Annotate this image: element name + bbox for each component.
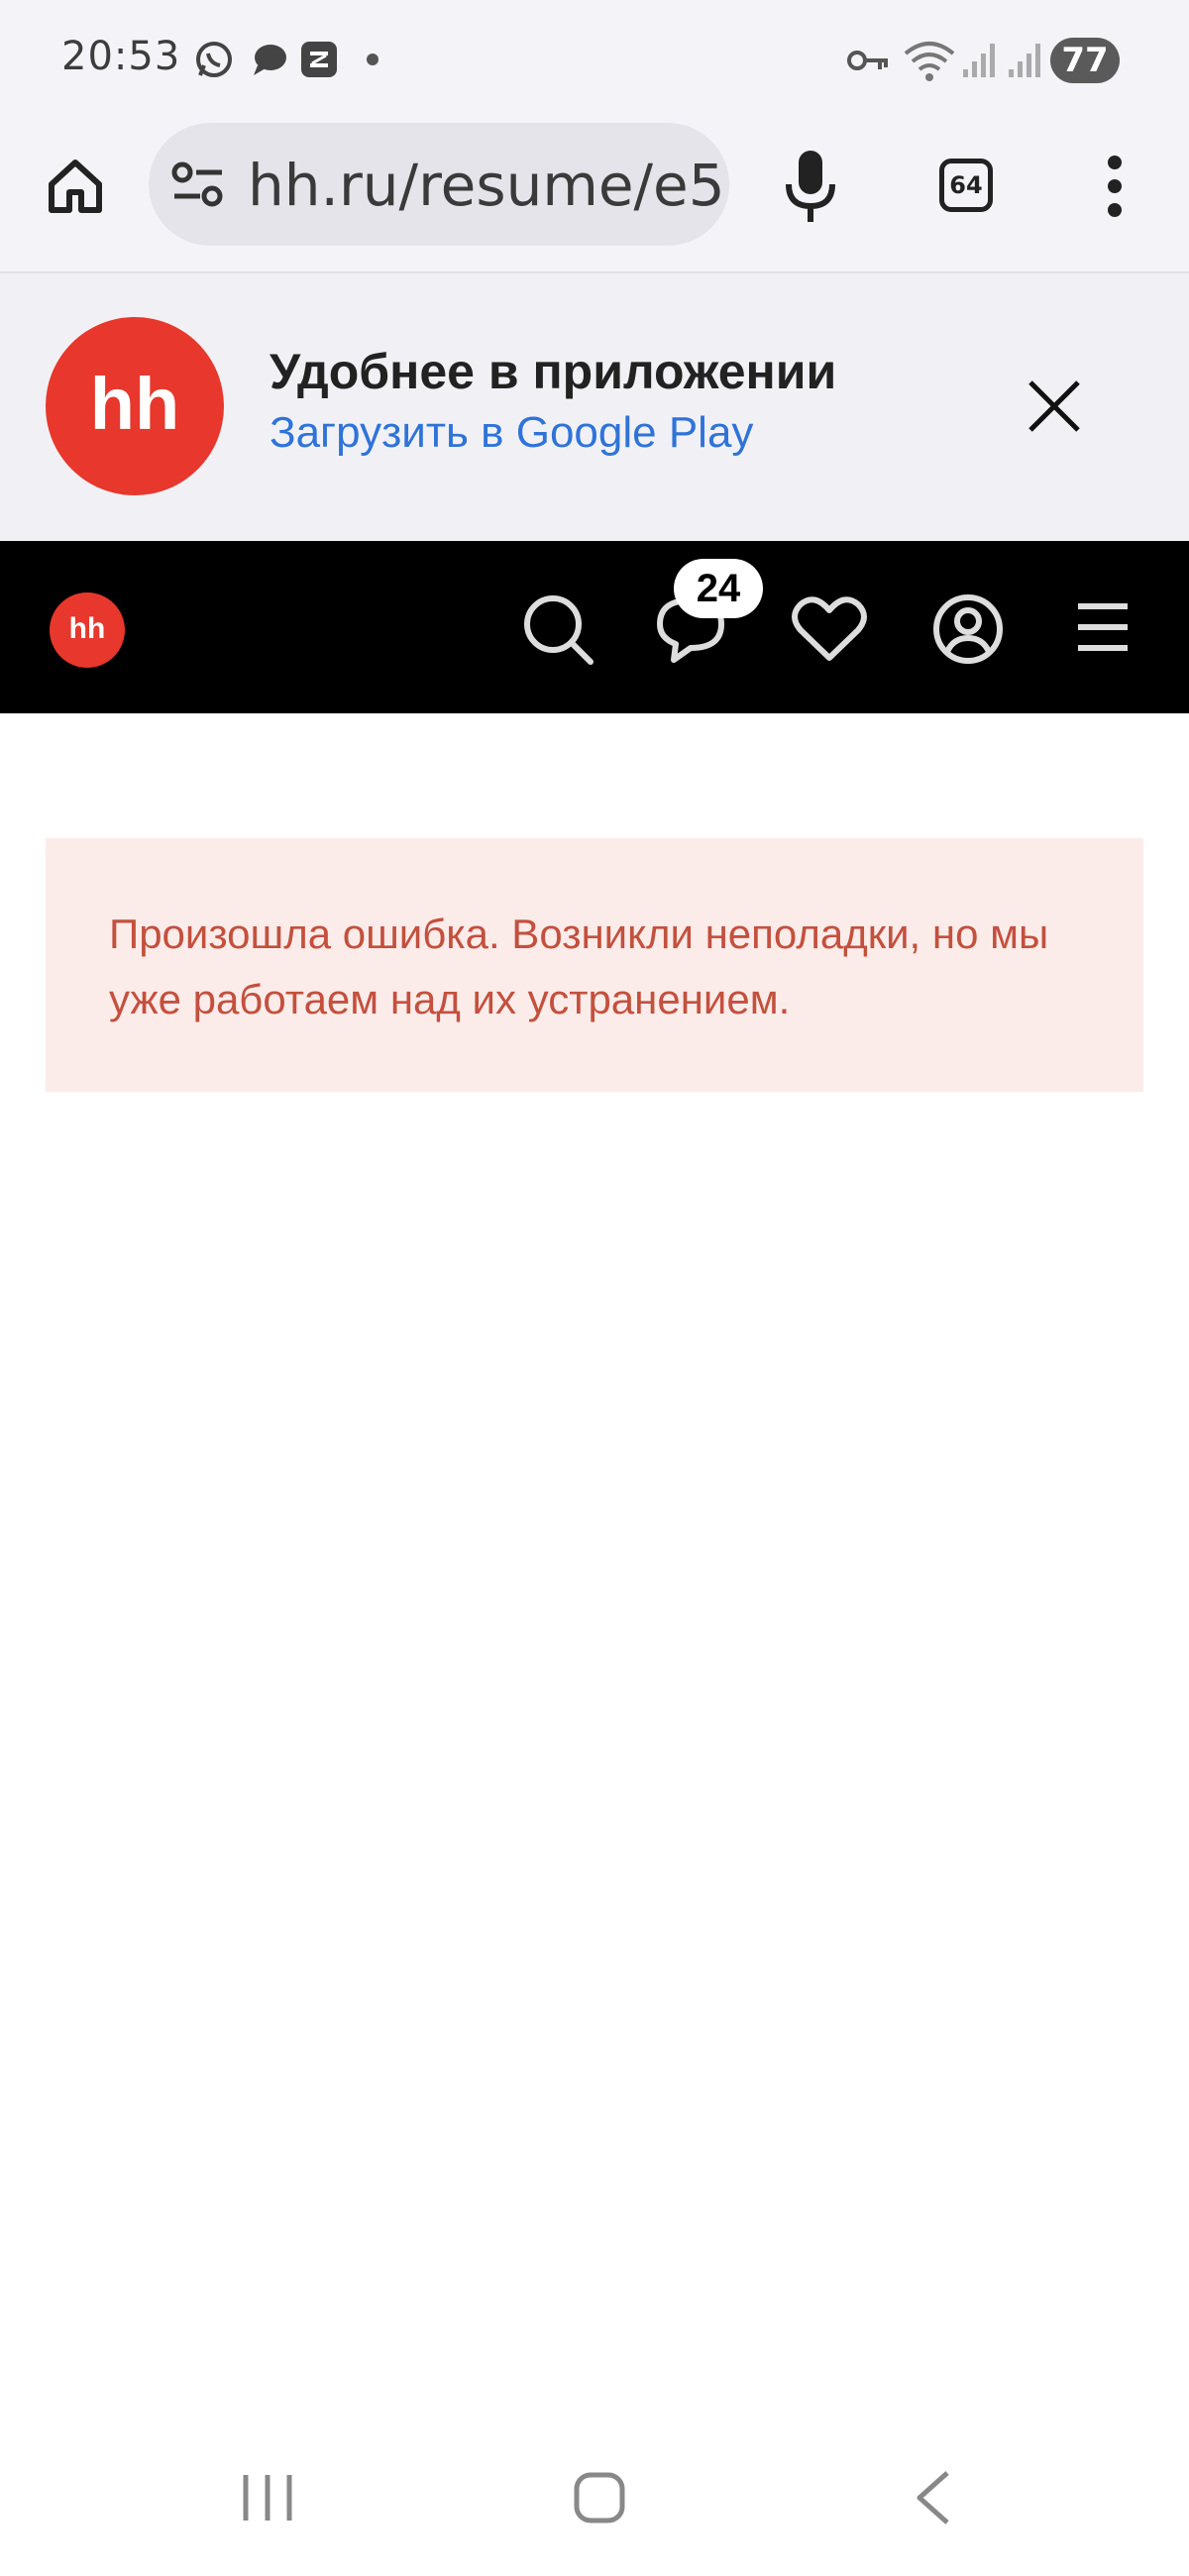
search-icon[interactable] (521, 592, 594, 666)
signal-icon (1009, 44, 1040, 77)
site-logo[interactable]: hh (50, 592, 125, 668)
battery-indicator: 77 (1050, 38, 1120, 83)
vpn-key-icon (847, 51, 888, 70)
banner-title: Удобнее в приложении (270, 344, 837, 399)
favorites-heart-icon[interactable] (791, 594, 868, 664)
app-logo: hh (46, 317, 224, 495)
back-icon[interactable] (912, 2469, 953, 2526)
wifi-icon (904, 42, 955, 81)
more-notifications-dot (367, 54, 378, 65)
chat-bubble-icon (254, 45, 286, 75)
site-settings-icon[interactable] (170, 161, 226, 208)
status-time: 20:53 (61, 34, 181, 79)
error-message: Произошла ошибка. Возникли неполадки, но… (109, 911, 1049, 1022)
home-icon[interactable] (44, 155, 107, 218)
close-icon[interactable] (1027, 378, 1082, 434)
recent-apps-icon[interactable] (240, 2473, 295, 2522)
address-bar[interactable]: hh.ru/resume/e5 (149, 123, 729, 246)
profile-icon[interactable] (931, 592, 1005, 666)
app-notification-icon (301, 42, 337, 77)
messages-badge: 24 (674, 559, 763, 618)
error-alert: Произошла ошибка. Возникли неполадки, но… (46, 838, 1143, 1092)
google-play-link[interactable]: Загрузить в Google Play (270, 408, 753, 458)
home-nav-icon[interactable] (573, 2471, 626, 2524)
site-header (0, 541, 1189, 713)
more-options-icon[interactable] (1100, 155, 1130, 218)
tabs-count-button[interactable]: 64 (939, 159, 993, 212)
signal-icon (963, 44, 995, 77)
url-text[interactable]: hh.ru/resume/e5 (248, 151, 723, 220)
menu-hamburger-icon[interactable] (1076, 602, 1130, 652)
microphone-icon[interactable] (785, 149, 836, 224)
whatsapp-icon (196, 42, 232, 77)
